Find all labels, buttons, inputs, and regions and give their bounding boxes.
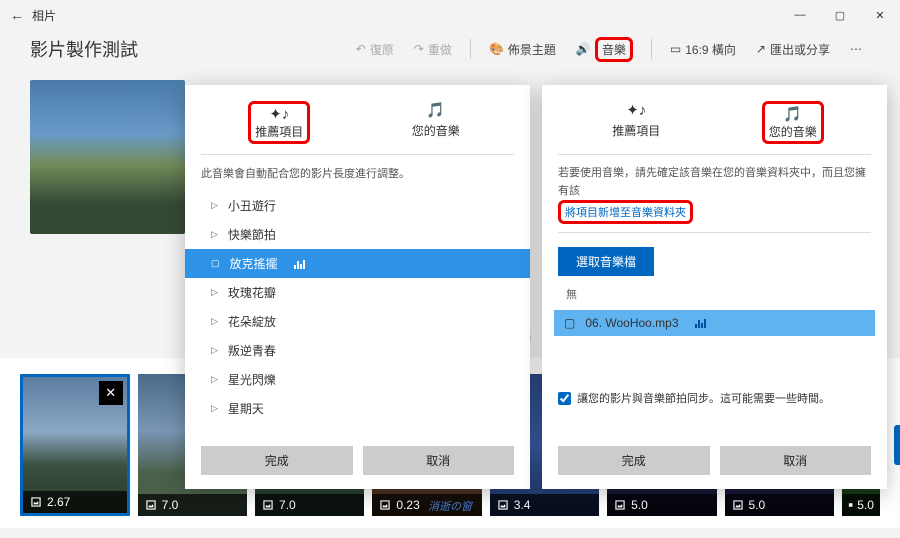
speaker-icon: 🔊 (576, 42, 591, 56)
tab-recommended[interactable]: ✦♪推薦項目 (201, 99, 358, 154)
tab-your-music[interactable]: 🎵您的音樂 (715, 99, 872, 154)
project-title: 影片製作測試 (30, 36, 348, 62)
person-music-icon: 🎵 (426, 101, 445, 119)
close-window-button[interactable]: ✕ (860, 0, 900, 30)
share-icon: ↗ (756, 42, 766, 56)
separator (470, 39, 471, 59)
music-item[interactable]: ▷星光閃爍 (185, 365, 530, 394)
play-icon: ▷ (211, 316, 218, 327)
pause-icon: ▢ (211, 258, 220, 269)
play-icon: ▷ (211, 345, 218, 356)
none-label: 無 (566, 286, 871, 302)
music-item[interactable]: ▷小丑遊行 (185, 191, 530, 220)
choose-music-button[interactable]: 選取音樂檔 (558, 247, 654, 276)
image-icon (29, 495, 43, 509)
undo-icon: ↶ (356, 42, 366, 56)
music-item[interactable]: ▷星期天 (185, 394, 530, 423)
music-button[interactable]: 🔊音樂 (568, 33, 641, 66)
preview-image (30, 80, 185, 234)
image-icon (144, 498, 158, 512)
undo-button[interactable]: ↶復原 (348, 37, 402, 62)
cancel-button[interactable]: 取消 (720, 446, 872, 475)
image-icon (731, 498, 745, 512)
music-recommended-panel: ✦♪推薦項目 🎵 您的音樂 此音樂會自動配合您的影片長度進行調整。 ▷小丑遊行 … (185, 85, 530, 489)
palette-icon: 🎨 (489, 42, 504, 56)
cancel-button[interactable]: 取消 (363, 446, 515, 475)
more-button[interactable]: ⋯ (842, 38, 870, 60)
help-text: 若要使用音樂，請先確定該音樂在您的音樂資料夾中，而且您擁有該 (558, 165, 871, 200)
image-icon (378, 498, 392, 512)
play-icon: ▷ (211, 287, 218, 298)
equalizer-icon (294, 259, 305, 269)
person-music-icon: 🎵您的音樂 (762, 101, 824, 144)
redo-button[interactable]: ↷重做 (406, 37, 460, 62)
play-icon: ▷ (211, 229, 218, 240)
music-item[interactable]: ▷玫瑰花瓣 (185, 278, 530, 307)
scroll-indicator[interactable] (894, 425, 900, 465)
equalizer-icon (695, 318, 706, 328)
sync-checkbox[interactable]: 讓您的影片與音樂節拍同步。這可能需要一些時間。 (558, 390, 871, 406)
music-item[interactable]: ▷花朵綻放 (185, 307, 530, 336)
music-item[interactable]: ▷叛逆青春 (185, 336, 530, 365)
play-icon: ▷ (211, 403, 218, 414)
image-icon (496, 498, 510, 512)
timeline-thumb[interactable]: ✕ 2.67 (20, 374, 130, 516)
done-button[interactable]: 完成 (558, 446, 710, 475)
sparkle-icon: ✦♪推薦項目 (248, 101, 310, 144)
music-item-selected[interactable]: ▢放克搖擺 (185, 249, 530, 278)
tab-recommended[interactable]: ✦♪ 推薦項目 (558, 99, 715, 154)
tab-your-music[interactable]: 🎵 您的音樂 (358, 99, 515, 154)
export-button[interactable]: ↗匯出或分享 (748, 37, 838, 62)
sync-checkbox-input[interactable] (558, 392, 571, 405)
sparkle-icon: ✦♪ (626, 101, 646, 119)
aspect-icon: ▭ (670, 42, 681, 56)
music-item[interactable]: ▷快樂節拍 (185, 220, 530, 249)
app-title: 相片 (32, 7, 56, 24)
redo-icon: ↷ (414, 42, 424, 56)
theme-button[interactable]: 🎨佈景主題 (481, 37, 564, 62)
done-button[interactable]: 完成 (201, 446, 353, 475)
aspect-button[interactable]: ▭16:9 橫向 (662, 37, 744, 62)
add-to-folder-link[interactable]: 將項目新增至音樂資料夾 (565, 207, 686, 219)
image-icon (848, 498, 853, 512)
image-icon (613, 498, 627, 512)
music-list: ▷小丑遊行 ▷快樂節拍 ▢放克搖擺 ▷玫瑰花瓣 ▷花朵綻放 ▷叛逆青春 ▷星光閃… (185, 191, 530, 423)
checkbox-icon[interactable]: ▢ (564, 316, 575, 330)
remove-thumb-button[interactable]: ✕ (99, 381, 123, 405)
play-icon: ▷ (211, 200, 218, 211)
panel-subtitle: 此音樂會自動配合您的影片長度進行調整。 (201, 165, 514, 181)
music-track[interactable]: ▢ 06. WooHoo.mp3 (554, 310, 875, 336)
watermark: 消逝の窗 (428, 498, 472, 514)
play-icon: ▷ (211, 374, 218, 385)
minimize-button[interactable]: — (780, 0, 820, 30)
maximize-button[interactable]: ▢ (820, 0, 860, 30)
separator (651, 39, 652, 59)
back-button[interactable]: ← (10, 7, 24, 23)
music-your-panel: ✦♪ 推薦項目 🎵您的音樂 若要使用音樂，請先確定該音樂在您的音樂資料夾中，而且… (542, 85, 887, 489)
image-icon (261, 498, 275, 512)
